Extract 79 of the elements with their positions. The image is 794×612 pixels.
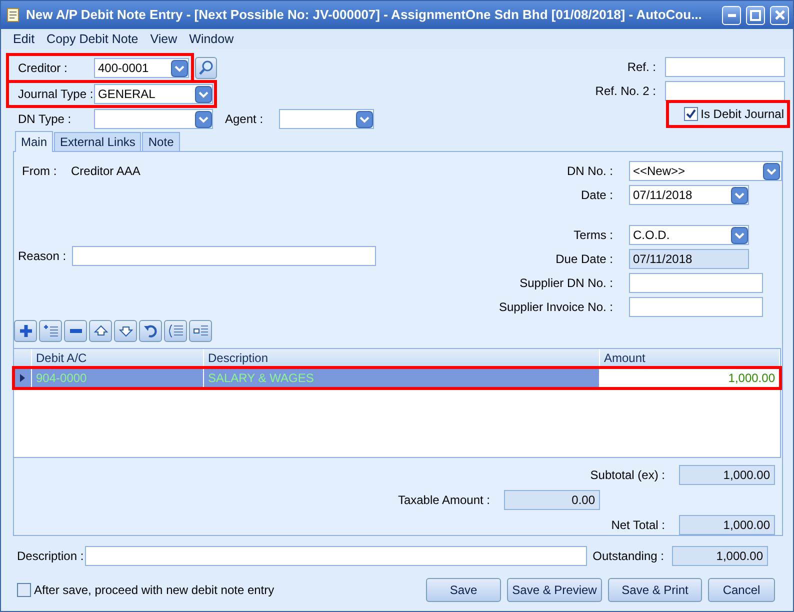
toolbar-button[interactable] [89,320,112,342]
journal-type-dropdown[interactable]: GENERAL [94,84,213,104]
toolbar-button[interactable] [64,320,87,342]
field-label: DN Type : [18,111,72,128]
field-label: Supplier Invoice No. : [498,299,613,316]
field-label: Date : [580,187,613,204]
minimize-icon [728,14,736,16]
action-button[interactable]: Save & Print [608,578,702,602]
checkbox-label: Is Debit Journal [700,106,784,123]
field-label: Reason : [18,248,68,265]
ref-field[interactable] [665,56,785,76]
toolbar-button[interactable] [164,320,187,342]
table-cell: SALARY & WAGES [204,368,600,388]
toolbar-button[interactable] [14,320,37,342]
close-icon [774,10,784,20]
field-label: Ref. : [627,58,656,76]
readonly-field[interactable]: 07/11/2018 [629,249,749,269]
action-button[interactable]: Save & Preview [507,578,602,602]
field-label: Subtotal (ex) : [590,467,665,484]
field-label: Creditor : [18,60,68,77]
dn-type-dropdown[interactable] [94,109,213,130]
taxable-amount-field[interactable]: 0.00 [504,490,600,510]
toolbar-button[interactable] [39,320,62,342]
action-button[interactable]: Cancel [708,578,775,602]
remove-icon [70,329,82,333]
menu-item[interactable]: Edit [7,30,41,48]
field-label: Terms : [572,227,613,244]
column-header: Amount [600,349,780,366]
field-label: Ref. No. 2 : [595,82,656,100]
description-field[interactable] [85,546,587,566]
search-button[interactable] [195,57,217,79]
menu-item[interactable]: Window [183,30,240,48]
minimize-button[interactable] [722,6,741,24]
checkbox[interactable] [684,107,698,121]
row-pointer-icon [20,374,25,382]
field-label: DN No. : [566,163,613,180]
dropdown-field[interactable]: 07/11/2018 [629,185,749,205]
field-label: From : [22,163,58,180]
lookup-field[interactable]: <<New>> [629,161,782,181]
subtotal-field[interactable]: 1,000.00 [679,465,775,485]
agent-dropdown[interactable] [279,109,374,130]
menu-item[interactable]: Copy Debit Note [40,30,144,48]
column-header: Description [204,349,600,366]
field-label: Due Date : [554,251,613,268]
menu-item[interactable]: View [144,30,184,48]
field-label: Net Total : [611,517,665,534]
action-button[interactable]: Save [426,578,501,602]
net-total-field[interactable]: 1,000.00 [679,515,775,535]
toolbar-button[interactable] [139,320,162,342]
ref-no-2-field[interactable] [665,80,785,100]
field-label: Outstanding : [592,548,665,565]
tab[interactable]: External Links [54,132,142,151]
close-button[interactable] [770,6,789,24]
toolbar-button[interactable] [114,320,137,342]
tab[interactable]: Main [15,131,54,152]
field-label: Journal Type : [18,86,94,104]
text-field[interactable] [629,297,763,317]
outstanding-field[interactable]: 1,000.00 [672,546,768,566]
field-label: Description : [17,548,85,565]
field-label: Agent : [225,111,264,128]
table-cell: 904-0000 [32,368,204,388]
field-label: Supplier DN No. : [518,275,613,292]
undo-icon [142,322,160,340]
document-icon [5,7,21,23]
list-indent-icon [166,322,184,340]
tab[interactable]: Note [142,132,180,151]
maximize-icon [750,10,761,20]
maximize-button[interactable] [746,6,765,24]
text-field[interactable] [629,273,763,293]
checkbox-label: After save, proceed with new debit note entry [34,582,274,599]
dropdown-field[interactable]: C.O.D. [629,225,749,245]
column-header: Debit A/C [32,349,204,366]
toolbar-button[interactable] [189,320,212,342]
reason-field[interactable] [72,246,376,266]
window-title: New A/P Debit Note Entry - [Next Possible No: JV-000007] - AssignmentOne Sdn Bhd [01/08/2018] - AutoCou... [26,6,703,24]
field-label: Taxable Amount : [398,492,490,509]
creditor-name: Creditor AAA [71,163,140,180]
checkbox[interactable] [17,583,31,597]
creditor-dropdown[interactable]: 400-0001 [94,58,189,78]
